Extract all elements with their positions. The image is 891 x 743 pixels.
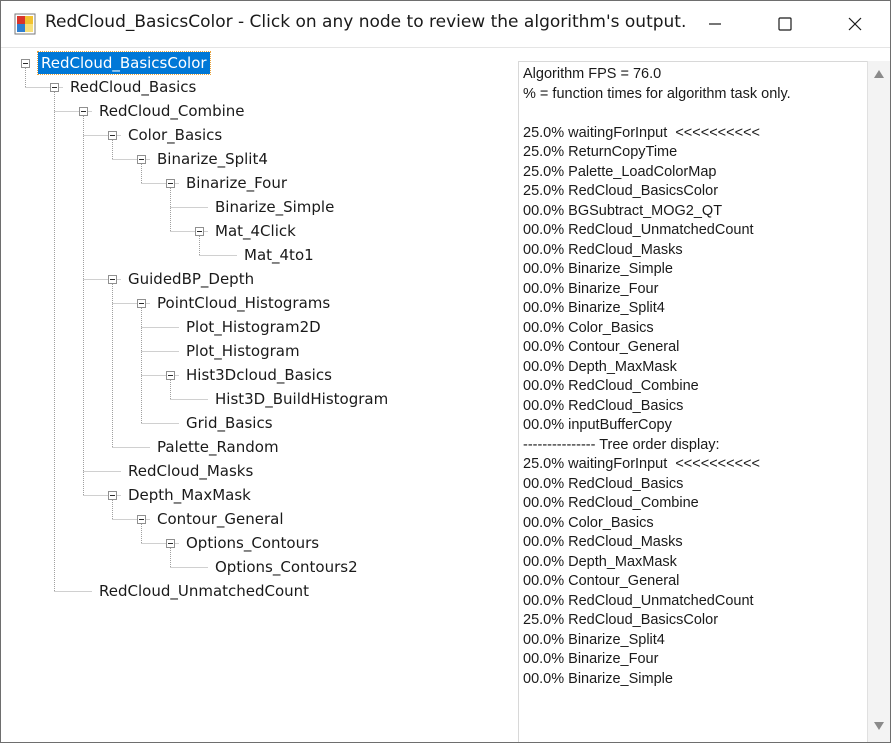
report-line: 25.0% waitingForInput <<<<<<<<<< bbox=[523, 456, 761, 472]
report-line: 00.0% Binarize_Four bbox=[523, 651, 659, 667]
tree-node[interactable]: Plot_Histogram2D bbox=[183, 316, 324, 338]
maximize-button[interactable] bbox=[750, 1, 820, 47]
tree-expander-collapse-icon[interactable] bbox=[137, 515, 146, 524]
tree-node[interactable]: Options_Contours bbox=[183, 532, 322, 554]
tree-expander-collapse-icon[interactable] bbox=[21, 59, 30, 68]
app-window: RedCloud_BasicsColor - Click on any node… bbox=[0, 0, 891, 743]
report-line: 00.0% RedCloud_UnmatchedCount bbox=[523, 222, 754, 238]
tree-node[interactable]: RedCloud_Basics bbox=[67, 76, 199, 98]
report-scrollbar[interactable] bbox=[867, 61, 890, 742]
maximize-icon bbox=[778, 17, 792, 31]
report-line: 00.0% inputBufferCopy bbox=[523, 417, 672, 433]
tree-node[interactable]: Color_Basics bbox=[125, 124, 225, 146]
window-title: RedCloud_BasicsColor - Click on any node… bbox=[45, 12, 687, 32]
tree-node[interactable]: PointCloud_Histograms bbox=[154, 292, 333, 314]
tree-expander-collapse-icon[interactable] bbox=[108, 131, 117, 140]
scroll-down-arrow-icon[interactable] bbox=[873, 721, 885, 731]
tree-node[interactable]: Plot_Histogram bbox=[183, 340, 303, 362]
report-line: 00.0% Binarize_Split4 bbox=[523, 300, 665, 316]
tree-expander-collapse-icon[interactable] bbox=[79, 107, 88, 116]
report-line: 25.0% RedCloud_BasicsColor bbox=[523, 612, 719, 628]
tree-node[interactable]: Options_Contours2 bbox=[212, 556, 361, 578]
tree-expander-collapse-icon[interactable] bbox=[108, 275, 117, 284]
report-line: 25.0% RedCloud_BasicsColor bbox=[523, 183, 719, 199]
tree-node[interactable]: Depth_MaxMask bbox=[125, 484, 254, 506]
tree-node[interactable]: Contour_General bbox=[154, 508, 287, 530]
report-line: 00.0% BGSubtract_MOG2_QT bbox=[523, 202, 723, 219]
report-line: 00.0% RedCloud_Masks bbox=[523, 241, 683, 258]
report-line: 00.0% RedCloud_Combine bbox=[523, 378, 699, 394]
report-line: 25.0% Palette_LoadColorMap bbox=[523, 163, 717, 180]
minimize-button[interactable] bbox=[680, 1, 750, 47]
report-line: 00.0% RedCloud_Masks bbox=[523, 534, 683, 550]
app-icon bbox=[14, 13, 36, 35]
tree-expander-collapse-icon[interactable] bbox=[50, 83, 59, 92]
report-line: 00.0% RedCloud_Basics bbox=[523, 397, 684, 414]
report-line: 00.0% Color_Basics bbox=[523, 514, 654, 531]
report-line: 00.0% Binarize_Four bbox=[523, 280, 659, 297]
tree-expander-collapse-icon[interactable] bbox=[137, 299, 146, 308]
close-icon bbox=[848, 17, 862, 31]
tree-node[interactable]: Grid_Basics bbox=[183, 412, 276, 434]
title-bar[interactable]: RedCloud_BasicsColor - Click on any node… bbox=[1, 1, 890, 48]
tree-node[interactable]: RedCloud_BasicsColor bbox=[37, 51, 211, 75]
tree-expander-collapse-icon[interactable] bbox=[166, 371, 175, 380]
tree-node[interactable]: RedCloud_Combine bbox=[96, 100, 248, 122]
tree-expander-collapse-icon[interactable] bbox=[166, 179, 175, 188]
tree-expander-collapse-icon[interactable] bbox=[195, 227, 204, 236]
report-line: 00.0% Binarize_Split4 bbox=[523, 631, 665, 648]
tree-node[interactable]: Mat_4to1 bbox=[241, 244, 317, 266]
scroll-up-arrow-icon[interactable] bbox=[873, 69, 885, 79]
report-line: 00.0% Binarize_Simple bbox=[523, 261, 673, 277]
report-line: % = function times for algorithm task on… bbox=[523, 85, 791, 102]
algorithm-tree-view[interactable]: RedCloud_BasicsColor RedCloud_Basics RedCl… bbox=[3, 49, 515, 742]
tree-node[interactable]: RedCloud_UnmatchedCount bbox=[96, 580, 312, 602]
report-line: 00.0% RedCloud_UnmatchedCount bbox=[523, 592, 754, 609]
tree-expander-collapse-icon[interactable] bbox=[108, 491, 117, 500]
report-line: 00.0% Contour_General bbox=[523, 573, 680, 589]
tree-node[interactable]: Mat_4Click bbox=[212, 220, 299, 242]
report-line: 00.0% Depth_MaxMask bbox=[523, 553, 677, 570]
report-line: --------------- Tree order display: bbox=[523, 436, 720, 453]
tree-node[interactable]: Palette_Random bbox=[154, 436, 282, 458]
report-line: Algorithm FPS = 76.0 bbox=[523, 66, 662, 82]
tree-node[interactable]: GuidedBP_Depth bbox=[125, 268, 257, 290]
report-line: 00.0% RedCloud_Combine bbox=[523, 495, 699, 511]
report-line: 00.0% Binarize_Simple bbox=[523, 670, 673, 687]
report-line: 00.0% RedCloud_Basics bbox=[523, 475, 684, 492]
tree-node[interactable]: Hist3D_BuildHistogram bbox=[212, 388, 391, 410]
report-line: 00.0% Color_Basics bbox=[523, 319, 654, 336]
report-line: 00.0% Depth_MaxMask bbox=[523, 358, 677, 375]
report-line: 25.0% waitingForInput <<<<<<<<<< bbox=[523, 124, 761, 141]
tree-node[interactable]: Binarize_Split4 bbox=[154, 148, 271, 170]
minimize-icon bbox=[709, 23, 721, 25]
tree-node[interactable]: Hist3Dcloud_Basics bbox=[183, 364, 335, 386]
tree-expander-collapse-icon[interactable] bbox=[166, 539, 175, 548]
tree-node[interactable]: Binarize_Simple bbox=[212, 196, 337, 218]
report-line: 25.0% ReturnCopyTime bbox=[523, 144, 678, 160]
algorithm-report-textbox[interactable]: Algorithm FPS = 76.0 % = function times f… bbox=[518, 61, 867, 742]
tree-node[interactable]: Binarize_Four bbox=[183, 172, 290, 194]
tree-expander-collapse-icon[interactable] bbox=[137, 155, 146, 164]
close-button[interactable] bbox=[820, 1, 890, 47]
report-line: 00.0% Contour_General bbox=[523, 339, 680, 355]
tree-node[interactable]: RedCloud_Masks bbox=[125, 460, 256, 482]
